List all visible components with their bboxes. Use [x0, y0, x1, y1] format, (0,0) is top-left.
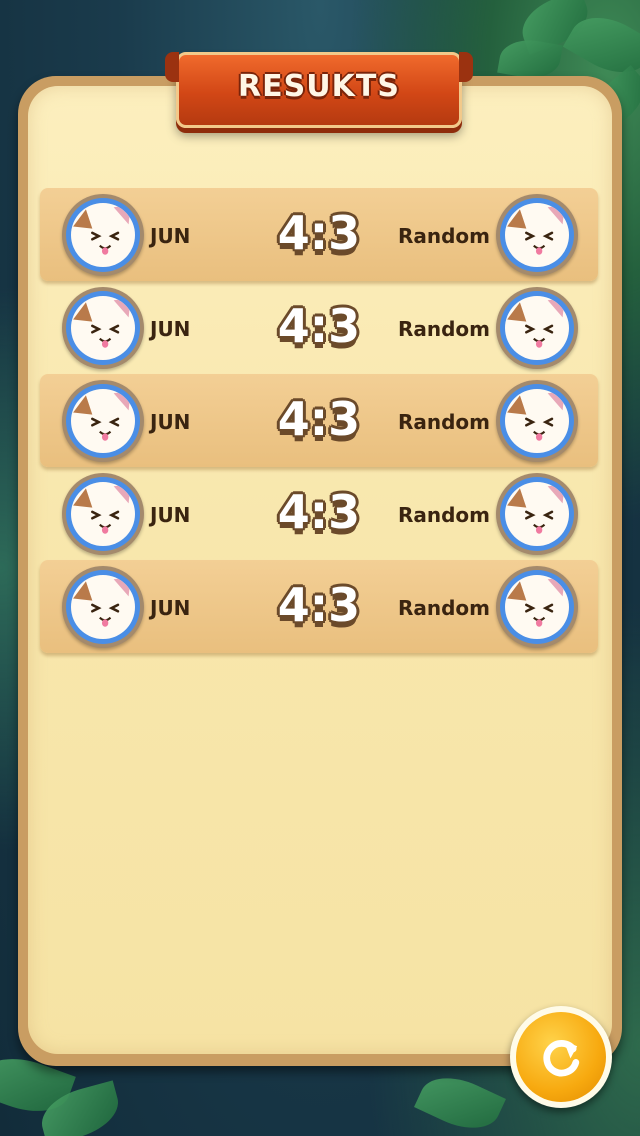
opponent-name: Random — [397, 410, 490, 434]
opponent-avatar — [496, 380, 578, 462]
result-row[interactable]: JUN 4:3 Random — [40, 560, 598, 653]
refresh-icon — [543, 1040, 580, 1077]
cat-avatar-icon — [507, 484, 567, 544]
refresh-button[interactable] — [510, 1006, 612, 1108]
cat-avatar-icon — [507, 391, 567, 451]
opponent-name: Random — [397, 224, 490, 248]
opponent-name: Random — [397, 317, 490, 341]
result-row[interactable]: JUN 4:3 Random — [40, 374, 598, 467]
title-banner: RESUKTS — [165, 52, 473, 128]
result-row[interactable]: JUN 4:3 Random — [40, 281, 598, 374]
cat-avatar-icon — [507, 205, 567, 265]
result-row[interactable]: JUN 4:3 Random — [40, 467, 598, 560]
cat-avatar-icon — [507, 577, 567, 637]
opponent-name: Random — [397, 503, 490, 527]
result-row[interactable]: JUN 4:3 Random — [40, 188, 598, 281]
opponent-avatar — [496, 566, 578, 648]
opponent-name: Random — [397, 596, 490, 620]
opponent-avatar — [496, 473, 578, 555]
results-list: JUN 4:3 Random JUN 4:3 Random JUN 4:3 Ra… — [40, 188, 598, 653]
opponent-avatar — [496, 287, 578, 369]
cat-avatar-icon — [507, 298, 567, 358]
page-title: RESUKTS — [238, 69, 400, 104]
opponent-avatar — [496, 194, 578, 276]
